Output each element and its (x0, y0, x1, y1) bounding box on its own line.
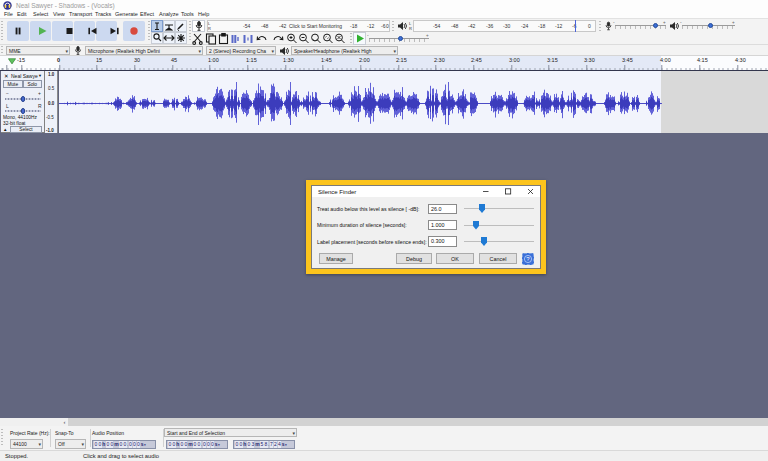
svg-text:?: ? (526, 256, 530, 262)
